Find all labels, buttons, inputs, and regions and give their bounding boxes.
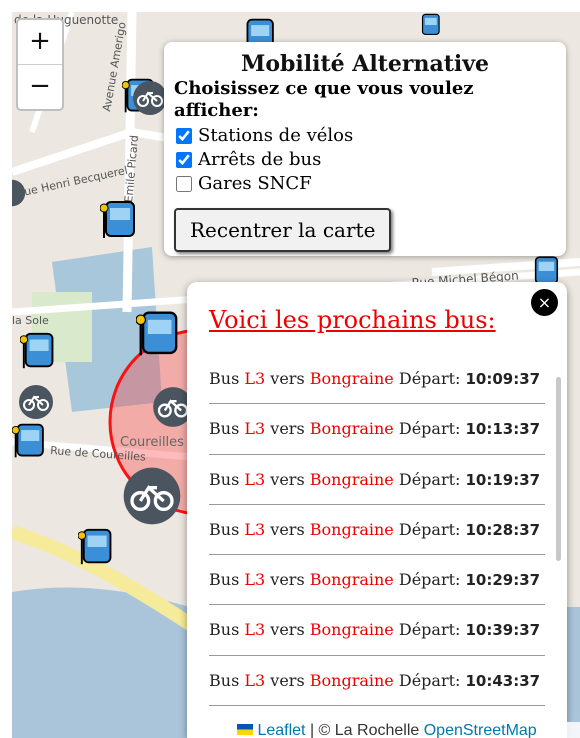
option-label: Gares SNCF xyxy=(198,173,312,194)
bus-via: vers xyxy=(270,670,305,690)
osm-link[interactable]: OpenStreetMap xyxy=(424,722,537,738)
bus-stop-marker[interactable] xyxy=(12,420,52,462)
panel-subtitle: Choisissez ce que vous voulez afficher: xyxy=(174,78,474,121)
popup-title: Voici les prochains bus: xyxy=(209,306,496,334)
bus-schedule-popup: × Voici les prochains bus: Bus L3 vers B… xyxy=(187,282,567,738)
option-bus-stops[interactable]: Arrêts de bus xyxy=(174,148,556,172)
leaflet-link[interactable]: Leaflet xyxy=(257,722,305,738)
bus-prefix: Bus xyxy=(209,519,240,539)
bus-line: L3 xyxy=(244,570,266,590)
close-icon[interactable]: × xyxy=(531,289,558,316)
layer-control-panel: Mobilité Alternative Choisissez ce que v… xyxy=(164,42,566,256)
bike-stations-checkbox[interactable] xyxy=(176,128,192,144)
bike-station-marker[interactable] xyxy=(122,466,182,526)
ukraine-flag-icon xyxy=(237,724,253,735)
bus-via: vers xyxy=(270,369,305,388)
bus-stop-marker[interactable] xyxy=(20,330,62,372)
bus-row: Bus L3 vers Bongraine Départ: 10:28:37 xyxy=(209,505,545,556)
bus-stop-marker[interactable] xyxy=(100,198,144,242)
bus-prefix: Bus xyxy=(209,620,240,640)
bus-destination: Bongraine xyxy=(309,469,394,489)
bus-line: L3 xyxy=(244,369,266,388)
zoom-in-button[interactable]: + xyxy=(18,20,62,65)
bus-departure-time: 10:13:37 xyxy=(465,420,541,439)
bus-destination: Bongraine xyxy=(309,620,394,640)
bus-departure-label: Départ: xyxy=(398,369,461,388)
bus-destination: Bongraine xyxy=(309,519,394,539)
bus-departure-time: 10:19:37 xyxy=(465,470,541,489)
bus-departure-time: 10:43:37 xyxy=(465,671,541,690)
train-stations-checkbox[interactable] xyxy=(176,176,192,192)
option-label: Stations de vélos xyxy=(198,125,354,146)
option-label: Arrêts de bus xyxy=(198,149,322,170)
bus-departure-label: Départ: xyxy=(398,419,461,439)
street-label: la Sole xyxy=(12,314,49,327)
bus-via: vers xyxy=(270,570,305,590)
bus-via: vers xyxy=(270,419,305,439)
bus-row: Bus L3 vers Bongraine Départ: 10:09:37 xyxy=(209,354,545,405)
bus-line: L3 xyxy=(244,620,266,640)
bus-prefix: Bus xyxy=(209,570,240,590)
bus-row: Bus L3 vers Bongraine Départ: 10:19:37 xyxy=(209,455,545,505)
bus-stop-marker[interactable] xyxy=(136,308,188,360)
bus-destination: Bongraine xyxy=(309,419,394,439)
bus-stop-marker[interactable] xyxy=(78,526,120,568)
bus-departure-label: Départ: xyxy=(398,570,461,590)
bus-departure-label: Départ: xyxy=(398,469,461,489)
bus-row: Bus L3 vers Bongraine Départ: 10:43:37 xyxy=(209,656,545,707)
bus-line: L3 xyxy=(244,419,266,439)
attribution-text: | © La Rochelle xyxy=(305,722,424,738)
option-bike-stations[interactable]: Stations de vélos xyxy=(174,124,556,148)
bus-stops-checkbox[interactable] xyxy=(176,152,192,168)
zoom-control: + − xyxy=(16,18,64,111)
bus-departure-label: Départ: xyxy=(398,620,461,640)
bus-prefix: Bus xyxy=(209,670,240,690)
bus-list: Bus L3 vers Bongraine Départ: 10:09:37 B… xyxy=(209,354,545,707)
bus-departure-time: 10:29:37 xyxy=(465,571,541,590)
bus-prefix: Bus xyxy=(209,469,240,489)
bus-via: vers xyxy=(270,469,305,489)
bus-destination: Bongraine xyxy=(309,670,394,690)
bus-via: vers xyxy=(270,519,305,539)
bus-line: L3 xyxy=(244,469,266,489)
bus-row: Bus L3 vers Bongraine Départ: 10:39:37 xyxy=(209,605,545,656)
popup-scrollbar[interactable] xyxy=(556,377,561,561)
place-label: Coureilles xyxy=(120,435,184,450)
bus-prefix: Bus xyxy=(209,369,240,388)
option-train-stations[interactable]: Gares SNCF xyxy=(174,172,556,196)
bus-line: L3 xyxy=(244,519,266,539)
bus-departure-label: Départ: xyxy=(398,519,461,539)
bus-row: Bus L3 vers Bongraine Départ: 10:29:37 xyxy=(209,555,545,606)
bus-destination: Bongraine xyxy=(309,369,394,388)
bus-prefix: Bus xyxy=(209,419,240,439)
recenter-button[interactable]: Recentrer la carte xyxy=(174,208,392,252)
map-attribution: Leaflet | © La Rochelle OpenStreetMap xyxy=(237,722,580,738)
bus-stop-marker[interactable] xyxy=(412,12,452,38)
bus-destination: Bongraine xyxy=(309,570,394,590)
bike-station-marker[interactable] xyxy=(18,384,54,420)
bus-departure-time: 10:39:37 xyxy=(465,621,541,640)
bus-via: vers xyxy=(270,620,305,640)
zoom-out-button[interactable]: − xyxy=(18,65,62,109)
bike-station-marker[interactable] xyxy=(12,176,26,210)
bus-departure-time: 10:09:37 xyxy=(465,370,541,388)
panel-title: Mobilité Alternative xyxy=(240,51,490,77)
bus-row: Bus L3 vers Bongraine Départ: 10:13:37 xyxy=(209,404,545,455)
bus-line: L3 xyxy=(244,670,266,690)
bus-departure-time: 10:28:37 xyxy=(465,520,541,539)
bus-departure-label: Départ: xyxy=(398,670,461,690)
bike-station-marker[interactable] xyxy=(132,80,168,116)
